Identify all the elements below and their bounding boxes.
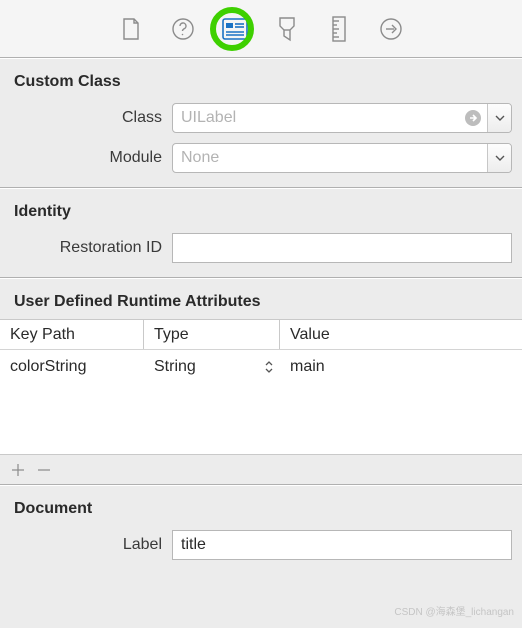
udra-cell-value[interactable]: main <box>280 350 522 384</box>
module-combo[interactable]: None <box>172 143 512 173</box>
custom-class-section: Custom Class Class UILabel Module None <box>0 58 522 188</box>
udra-footer <box>0 454 522 484</box>
udra-cell-type[interactable]: String <box>144 350 280 384</box>
file-inspector-icon[interactable] <box>118 16 144 42</box>
class-combo-text[interactable]: UILabel <box>173 104 459 132</box>
size-inspector-icon[interactable] <box>326 16 352 42</box>
inspector-tab-bar <box>0 0 522 58</box>
watermark-text: CSDN @海森堡_lichangan <box>394 603 514 618</box>
custom-class-title: Custom Class <box>10 69 512 103</box>
remove-row-button[interactable] <box>36 462 52 478</box>
udra-header-row: Key Path Type Value <box>0 320 522 350</box>
udra-cell-type-text: String <box>154 358 196 376</box>
restoration-id-label: Restoration ID <box>10 239 172 257</box>
module-dropdown-icon[interactable] <box>487 144 511 172</box>
identity-title: Identity <box>10 199 512 233</box>
module-label: Module <box>10 149 172 167</box>
udra-empty-area[interactable] <box>0 384 522 454</box>
udra-title: User Defined Runtime Attributes <box>0 289 522 319</box>
attributes-inspector-icon[interactable] <box>274 16 300 42</box>
document-title: Document <box>10 496 512 530</box>
identity-inspector-icon[interactable] <box>222 16 248 42</box>
document-label-label: Label <box>10 536 172 554</box>
add-row-button[interactable] <box>10 462 26 478</box>
identity-section: Identity Restoration ID <box>0 188 522 278</box>
document-label-input[interactable] <box>172 530 512 560</box>
class-autocomplete-icon[interactable] <box>459 104 487 132</box>
class-combo[interactable]: UILabel <box>172 103 512 133</box>
module-combo-text[interactable]: None <box>173 144 487 172</box>
udra-table: Key Path Type Value colorString String m… <box>0 319 522 454</box>
udra-section: User Defined Runtime Attributes Key Path… <box>0 278 522 485</box>
class-label: Class <box>10 109 172 127</box>
udra-header-key[interactable]: Key Path <box>0 320 144 349</box>
connections-inspector-icon[interactable] <box>378 16 404 42</box>
restoration-id-input[interactable] <box>172 233 512 263</box>
table-row[interactable]: colorString String main <box>0 350 522 384</box>
udra-cell-key[interactable]: colorString <box>0 350 144 384</box>
udra-header-value[interactable]: Value <box>280 320 522 349</box>
udra-header-type[interactable]: Type <box>144 320 280 349</box>
document-section: Document Label <box>0 485 522 574</box>
type-stepper-icon[interactable] <box>264 360 274 374</box>
help-inspector-icon[interactable] <box>170 16 196 42</box>
class-dropdown-icon[interactable] <box>487 104 511 132</box>
